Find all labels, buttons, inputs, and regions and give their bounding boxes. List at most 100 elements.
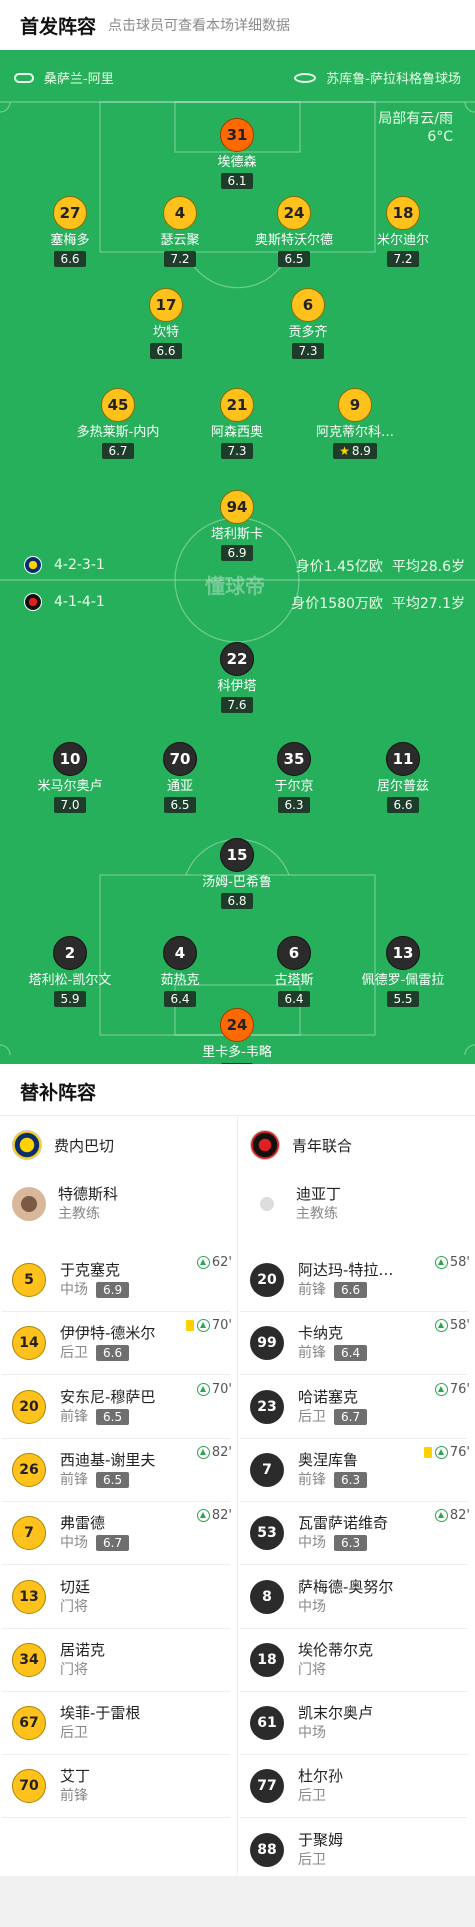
bench-player[interactable]: 99 卡纳克 前锋 6.4 58'	[250, 1311, 470, 1375]
player[interactable]: 6 贡多齐 7.3	[238, 288, 378, 359]
player-number: 53	[250, 1516, 284, 1551]
player-info: 埃菲-于雷根 后卫	[60, 1703, 140, 1743]
player-rating: 6.3	[334, 1535, 368, 1552]
home-team[interactable]: 费内巴切	[12, 1130, 114, 1160]
player-position-row: 中场 6.3	[298, 1533, 388, 1553]
bench-player[interactable]: 67 埃菲-于雷根 后卫	[12, 1691, 232, 1755]
bench-player[interactable]: 23 哈诺塞克 后卫 6.7 76'	[250, 1375, 470, 1439]
bench-player[interactable]: 70 艾丁 前锋	[12, 1754, 232, 1818]
player-name: 汤姆-巴希鲁	[202, 875, 272, 890]
player-name: 伊伊特-德米尔	[60, 1324, 156, 1343]
player-name: 卡纳克	[298, 1324, 344, 1343]
home-stadium-label: 桑萨兰-阿里	[44, 72, 114, 87]
away-coach[interactable]: 迪亚丁 主教练	[250, 1184, 341, 1224]
bench-player[interactable]: 20 安东尼-穆萨巴 前锋 6.5 70'	[12, 1375, 232, 1439]
bench-player[interactable]: 20 阿达玛-特拉… 前锋 6.6 58'	[250, 1248, 470, 1312]
player-name: 科伊塔	[217, 679, 257, 694]
player-rating: 6.8	[221, 893, 253, 909]
away-coach-name: 迪亚丁	[296, 1185, 342, 1203]
player-number: 8	[250, 1579, 284, 1614]
rating-value: 7.3	[298, 344, 318, 358]
player-number: 6	[291, 288, 325, 322]
player-position: 门将	[60, 1661, 88, 1678]
player-number: 17	[149, 288, 183, 322]
player[interactable]: 15 汤姆-巴希鲁 6.8	[167, 838, 307, 909]
player-number: 45	[101, 388, 135, 422]
home-coach[interactable]: 特德斯科 主教练	[12, 1184, 118, 1224]
player-name: 埃伦蒂尔克	[298, 1640, 374, 1659]
away-team-name: 青年联合	[292, 1136, 353, 1155]
player[interactable]: 24里卡多-韦略5.9	[167, 1008, 307, 1064]
player-position: 前锋	[60, 1471, 88, 1488]
player-name: 居诺克	[60, 1640, 106, 1659]
player-number: 14	[12, 1326, 46, 1361]
rating-value: 6.5	[284, 252, 304, 266]
player[interactable]: 17 坎特 6.6	[96, 288, 236, 359]
player-rating: 6.6	[334, 1282, 368, 1298]
player-rating: 5.9	[54, 991, 86, 1007]
weather-desc: 局部有云/雨	[378, 111, 453, 127]
player-position: 前锋	[298, 1282, 326, 1298]
player-name: 于克塞克	[60, 1261, 121, 1279]
substitution-in: 58'	[434, 1318, 470, 1333]
bench-player[interactable]: 34 居诺克 门将	[12, 1628, 232, 1692]
bench-player[interactable]: 77 杜尔孙 后卫	[250, 1754, 470, 1818]
bench-player[interactable]: 13 切廷 门将	[12, 1565, 232, 1629]
player-info: 杜尔孙 后卫	[298, 1766, 343, 1806]
player-position: 中场	[298, 1535, 326, 1552]
player-name: 贡多齐	[288, 325, 328, 340]
player-position: 门将	[298, 1661, 326, 1678]
player[interactable]: 9 阿克蒂尔科… ★ 8.9	[285, 388, 425, 459]
column-divider	[237, 1115, 238, 1875]
player-rating: 7.0	[54, 797, 86, 813]
player[interactable]: 13 佩德罗-佩雷拉 5.5	[333, 936, 473, 1007]
bench-player[interactable]: 18 埃伦蒂尔克 门将	[250, 1628, 470, 1692]
home-value-row: 身价1.45亿欧 平均28.6岁	[296, 556, 465, 576]
player-number: 88	[250, 1832, 284, 1867]
bench-player[interactable]: 88 于聚姆 后卫	[250, 1818, 470, 1882]
away-team[interactable]: 青年联合	[250, 1130, 352, 1160]
bench-player[interactable]: 7 弗雷德 中场 6.7 82'	[12, 1501, 232, 1565]
bench-player[interactable]: 8 萨梅德-奥努尔 中场	[250, 1565, 470, 1629]
player-info: 萨梅德-奥努尔 中场	[298, 1577, 393, 1617]
home-stadium: 桑萨兰-阿里	[14, 68, 114, 87]
bench-player[interactable]: 5 于克塞克 中场 6.9 62'	[12, 1248, 232, 1312]
player-position: 前锋	[298, 1471, 326, 1488]
player-rating: 6.1	[221, 173, 253, 189]
player-info: 切廷 门将	[60, 1577, 90, 1617]
player-number: 5	[12, 1263, 46, 1297]
bench-player[interactable]: 7 奥涅库鲁 前锋 6.3 76'	[250, 1438, 470, 1502]
sub-in-icon	[196, 1256, 210, 1269]
bench-player[interactable]: 26 西迪基-谢里夫 前锋 6.5 82'	[12, 1438, 232, 1502]
player[interactable]: 94 塔利斯卡 6.9	[167, 490, 307, 561]
player-number: 10	[53, 742, 87, 776]
player-position-row: 门将	[60, 1597, 90, 1617]
player-number: 94	[220, 490, 254, 524]
player-name: 奥涅库鲁	[298, 1450, 359, 1469]
temperature: 6°C	[427, 129, 453, 145]
sub-in-icon	[434, 1256, 448, 1269]
player-name: 哈诺塞克	[298, 1387, 359, 1406]
player-number: 6	[277, 936, 311, 970]
player-name: 西迪基-谢里夫	[60, 1450, 156, 1469]
bench-player[interactable]: 61 凯末尔奥卢 中场	[250, 1691, 470, 1755]
lineup-hint: 点击球员可查看本场详细数据	[108, 18, 291, 34]
rating-value: 6.8	[227, 894, 247, 908]
sub-minute: 76'	[449, 1444, 470, 1460]
player[interactable]: 31 埃德森 6.1	[167, 118, 307, 189]
yellow-card-icon	[423, 1446, 432, 1458]
player[interactable]: 11 居尔普兹 6.6	[333, 742, 473, 813]
player[interactable]: 18 米尔迪尔 7.2	[333, 196, 473, 267]
player-info: 西迪基-谢里夫 前锋 6.5	[60, 1450, 155, 1490]
player-name: 萨梅德-奥努尔	[298, 1577, 394, 1596]
bench-player[interactable]: 53 瓦雷萨诺维奇 中场 6.3 82'	[250, 1501, 470, 1565]
player-position: 前锋	[60, 1408, 88, 1425]
player-number: 22	[220, 642, 254, 676]
player-name: 塔利斯卡	[210, 527, 263, 542]
player-position: 后卫	[298, 1851, 326, 1868]
player[interactable]: 22 科伊塔 7.6	[167, 642, 307, 713]
sub-in-icon	[196, 1319, 210, 1333]
bench-player[interactable]: 14 伊伊特-德米尔 后卫 6.6 70'	[12, 1311, 232, 1375]
player-rating: 6.7	[96, 1535, 130, 1552]
home-value: 身价1.45亿欧	[295, 559, 383, 575]
